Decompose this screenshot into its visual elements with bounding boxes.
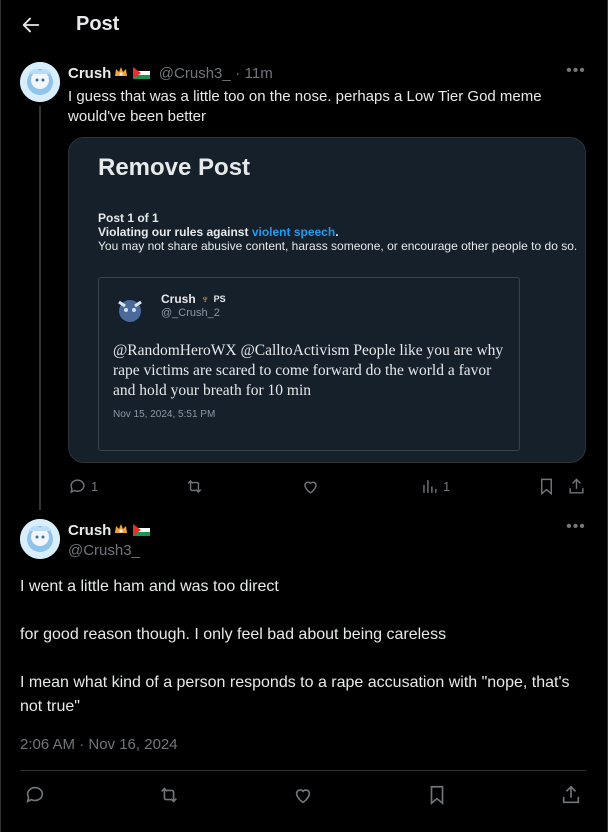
top-bar: Post — [0, 0, 608, 50]
rule-link: violent speech — [251, 225, 336, 239]
flag-icon — [133, 524, 151, 536]
main-author-handle[interactable]: @Crush3_ — [68, 542, 140, 559]
views-count: 1 — [443, 479, 451, 494]
post-time[interactable]: 11m — [245, 65, 273, 82]
views-icon — [423, 480, 437, 493]
like-button[interactable] — [301, 477, 320, 496]
author-handle[interactable]: @Crush3_ — [159, 65, 231, 82]
share-icon — [569, 478, 584, 494]
reply-icon — [26, 786, 44, 803]
reply-icon — [70, 479, 85, 494]
divider — [20, 770, 586, 771]
more-options-icon[interactable]: ••• — [566, 519, 586, 542]
embedded-date: Nov 15, 2024, 5:51 PM — [113, 409, 216, 420]
avatar-image — [20, 62, 60, 102]
reply-button[interactable]: 1 — [68, 477, 98, 496]
bookmark-button[interactable] — [426, 784, 448, 806]
thread-line — [39, 106, 41, 510]
share-button[interactable] — [560, 784, 582, 806]
main-post-actions — [20, 784, 586, 806]
separator-dot: · — [235, 65, 241, 82]
share-button[interactable] — [567, 477, 586, 496]
bookmark-icon — [541, 478, 552, 496]
flag-icon — [133, 67, 151, 79]
avatar[interactable] — [20, 62, 60, 102]
post-header: Crush @Crush3_ · 11m — [68, 64, 273, 83]
embedded-avatar — [113, 292, 147, 326]
views-button[interactable]: 1 — [420, 477, 450, 496]
like-icon — [304, 481, 317, 494]
embedded-name-suffix: PS — [213, 294, 226, 304]
like-button[interactable] — [292, 784, 314, 806]
post-count: Post 1 of 1 — [98, 211, 159, 225]
retweet-button[interactable] — [158, 784, 180, 806]
more-options-icon[interactable]: ••• — [566, 63, 586, 86]
embedded-post: Crush ♆ PS @_Crush_2 @RandomHeroWX @Callto… — [98, 277, 520, 451]
retweet-icon — [187, 479, 202, 494]
retweet-icon — [161, 787, 177, 803]
post-actions: 1 1 — [68, 477, 588, 499]
post-timestamp[interactable]: 2:06 AM · Nov 16, 2024 — [20, 736, 178, 753]
reply-button[interactable] — [24, 784, 46, 806]
rule-suffix: . — [335, 225, 339, 239]
like-icon — [295, 789, 311, 804]
crown-badge-icon — [115, 524, 128, 533]
post-text: I guess that was a little too on the nos… — [68, 88, 542, 125]
main-post-paragraph: I went a little ham and was too direct — [20, 578, 279, 595]
rule-explanation: You may not share abusive content, haras… — [98, 239, 578, 253]
retweet-button[interactable] — [185, 477, 204, 496]
back-arrow-icon[interactable] — [20, 14, 42, 36]
main-author-name[interactable]: Crush — [68, 522, 111, 539]
attached-image-card[interactable]: Remove Post Post 1 of 1 Violating our ru… — [68, 137, 586, 463]
embedded-author-name: Crush ♆ PS — [161, 292, 226, 306]
bookmark-icon — [430, 785, 444, 806]
page-title: Post — [76, 13, 120, 35]
card-title: Remove Post — [98, 154, 251, 181]
main-post-paragraph: for good reason though. I only feel bad … — [20, 626, 447, 643]
author-name[interactable]: Crush — [68, 65, 111, 82]
main-post-avatar[interactable] — [20, 519, 60, 559]
reply-count: 1 — [91, 479, 99, 494]
trident-icon: ♆ — [200, 292, 210, 306]
violation-info: Post 1 of 1 Violating our rules against … — [98, 211, 577, 253]
bookmark-button[interactable] — [537, 477, 556, 496]
crown-badge-icon — [115, 67, 128, 76]
main-author-name-row: Crush — [68, 521, 151, 540]
share-icon — [562, 785, 580, 804]
avatar-image — [20, 519, 60, 559]
main-post-paragraph: I mean what kind of a person responds to… — [20, 674, 570, 715]
embedded-handle: @_Crush_2 — [161, 307, 220, 319]
embedded-text: @RandomHeroWX @CalltoActivism People lik… — [113, 342, 504, 399]
rule-prefix: Violating our rules against — [98, 225, 252, 239]
